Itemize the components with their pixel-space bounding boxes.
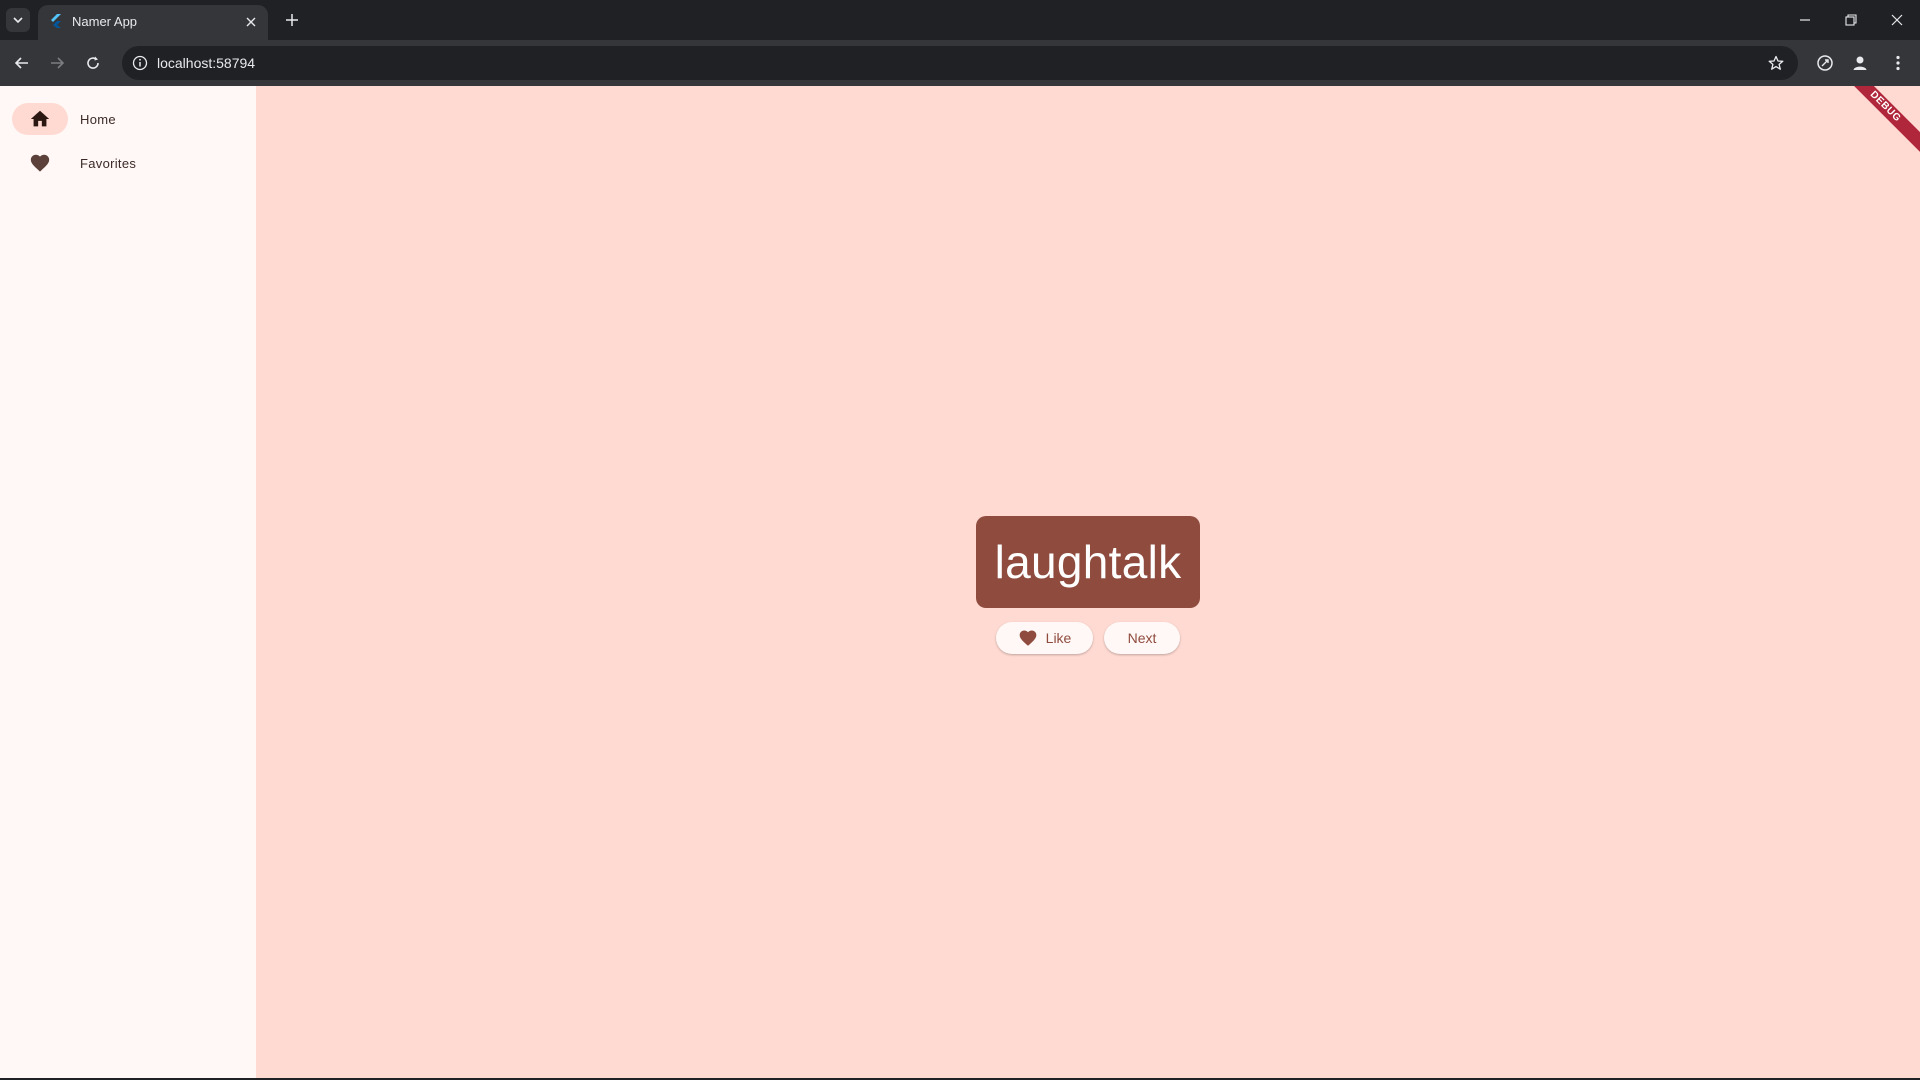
heart-icon <box>1018 628 1038 648</box>
rail-item-favorites[interactable]: Favorites <box>12 144 244 182</box>
arrow-left-icon <box>14 57 28 69</box>
address-bar[interactable]: localhost:58794 <box>122 46 1798 80</box>
reload-icon <box>87 56 99 69</box>
new-tab-button[interactable] <box>280 8 304 32</box>
generator-page: laughtalk Like Next <box>256 86 1920 1078</box>
tab-title: Namer App <box>72 14 138 29</box>
url-text[interactable]: localhost:58794 <box>157 55 255 71</box>
like-button[interactable]: Like <box>996 622 1093 654</box>
rail-label-home: Home <box>80 111 116 127</box>
extensions-button[interactable] <box>1813 51 1837 75</box>
more-vert-icon <box>1896 55 1900 71</box>
rail-indicator <box>12 147 68 179</box>
reload-button[interactable] <box>80 50 106 76</box>
tab-search-button[interactable] <box>6 8 30 32</box>
browser-tab[interactable]: Namer App <box>38 5 268 40</box>
rail-item-home[interactable]: Home <box>12 100 244 138</box>
minimize-button[interactable] <box>1782 0 1828 40</box>
star-icon <box>1768 55 1784 70</box>
plus-icon <box>286 14 298 26</box>
heart-icon <box>30 154 50 172</box>
arrow-right-icon <box>51 57 65 69</box>
extension-icon <box>1817 55 1833 71</box>
chevron-down-icon <box>13 17 23 24</box>
word-pair-text: laughtalk <box>994 536 1182 588</box>
rail-label-favorites: Favorites <box>80 155 137 171</box>
browser-menu-button[interactable] <box>1886 51 1910 75</box>
next-button-label: Next <box>1127 630 1157 646</box>
forward-button[interactable] <box>44 50 70 76</box>
info-icon <box>132 55 148 71</box>
browser-toolbar: localhost:58794 <box>0 40 1920 86</box>
close-icon <box>1891 14 1903 26</box>
profile-button[interactable] <box>1848 51 1872 75</box>
like-button-label: Like <box>1045 630 1072 646</box>
restore-button[interactable] <box>1828 0 1874 40</box>
home-icon <box>30 110 50 127</box>
bookmark-button[interactable] <box>1766 53 1786 73</box>
tab-close-button[interactable] <box>242 13 260 31</box>
minimize-icon <box>1800 19 1810 21</box>
close-window-button[interactable] <box>1874 0 1920 40</box>
close-icon <box>246 17 256 27</box>
app-viewport: Home Favorites laughtalk Like Next DEBUG <box>0 86 1920 1078</box>
next-button[interactable]: Next <box>1104 622 1180 654</box>
word-pair-card: laughtalk <box>976 516 1200 608</box>
browser-tab-strip: Namer App <box>0 0 1920 40</box>
rail-indicator <box>12 103 68 135</box>
navigation-rail: Home Favorites <box>0 86 256 1078</box>
flutter-logo-icon <box>51 14 61 28</box>
back-button[interactable] <box>9 50 35 76</box>
restore-icon <box>1845 14 1857 26</box>
profile-icon <box>1853 56 1867 70</box>
site-info-button[interactable] <box>130 53 150 73</box>
